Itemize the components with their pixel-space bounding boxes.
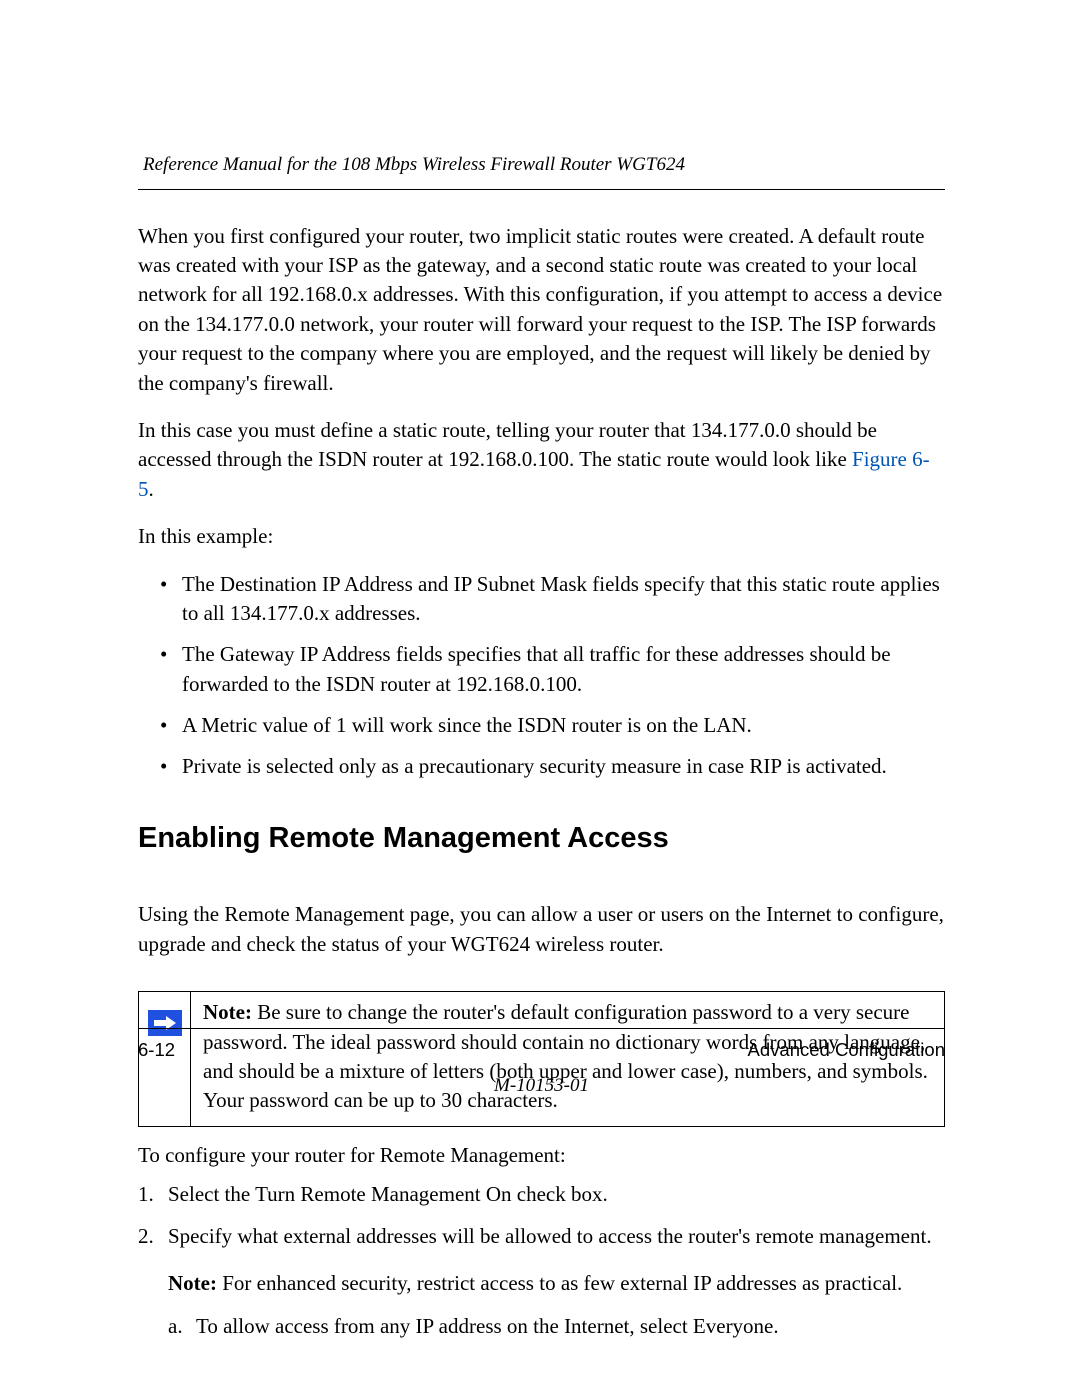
page-number: 6-12 — [138, 1037, 175, 1063]
paragraph-3: In this example: — [138, 522, 945, 551]
step-text: Select the Turn Remote Management On che… — [168, 1182, 608, 1206]
subnote-text: For enhanced security, restrict access t… — [217, 1271, 902, 1295]
page-content: Reference Manual for the 108 Mbps Wirele… — [0, 0, 1080, 1342]
paragraph-2-text-b: . — [149, 477, 154, 501]
step-subnote: Note: For enhanced security, restrict ac… — [168, 1269, 945, 1298]
config-steps: 1. Select the Turn Remote Management On … — [138, 1180, 945, 1342]
bullet-text: A Metric value of 1 will work since the … — [182, 713, 752, 737]
subnote-label: Note: — [168, 1271, 217, 1295]
config-lead: To configure your router for Remote Mana… — [138, 1141, 945, 1170]
bullet-text: The Destination IP Address and IP Subnet… — [182, 572, 940, 625]
running-header: Reference Manual for the 108 Mbps Wirele… — [138, 152, 945, 179]
bullet-item: The Gateway IP Address fields specifies … — [160, 640, 945, 699]
step-item: 1. Select the Turn Remote Management On … — [138, 1180, 945, 1209]
paragraph-2: In this case you must define a static ro… — [138, 416, 945, 504]
note-label: Note: — [203, 1000, 252, 1024]
footer-row: 6-12 Advanced Configuration — [138, 1037, 945, 1063]
bullet-text: The Gateway IP Address fields specifies … — [182, 642, 891, 695]
example-bullet-list: The Destination IP Address and IP Subnet… — [138, 570, 945, 782]
paragraph-2-text-a: In this case you must define a static ro… — [138, 418, 877, 471]
step-item: 2. Specify what external addresses will … — [138, 1222, 945, 1342]
bullet-item: A Metric value of 1 will work since the … — [160, 711, 945, 740]
bullet-item: The Destination IP Address and IP Subnet… — [160, 570, 945, 629]
lettered-sublist: a. To allow access from any IP address o… — [168, 1312, 945, 1341]
section-heading: Enabling Remote Management Access — [138, 818, 945, 859]
section-name: Advanced Configuration — [748, 1037, 945, 1063]
step-number: 1. — [138, 1180, 154, 1209]
paragraph-1: When you first configured your router, t… — [138, 222, 945, 398]
sub-letter: a. — [168, 1312, 183, 1341]
bullet-text: Private is selected only as a precaution… — [182, 754, 887, 778]
document-id: M-10153-01 — [138, 1073, 945, 1100]
page-footer: 6-12 Advanced Configuration M-10153-01 — [138, 1028, 945, 1099]
step-number: 2. — [138, 1222, 154, 1251]
sub-text: To allow access from any IP address on t… — [196, 1314, 779, 1338]
footer-rule — [138, 1028, 945, 1029]
sub-item: a. To allow access from any IP address o… — [168, 1312, 945, 1341]
step-text: Specify what external addresses will be … — [168, 1224, 932, 1248]
header-rule — [138, 189, 945, 190]
bullet-item: Private is selected only as a precaution… — [160, 752, 945, 781]
section-intro: Using the Remote Management page, you ca… — [138, 900, 945, 959]
